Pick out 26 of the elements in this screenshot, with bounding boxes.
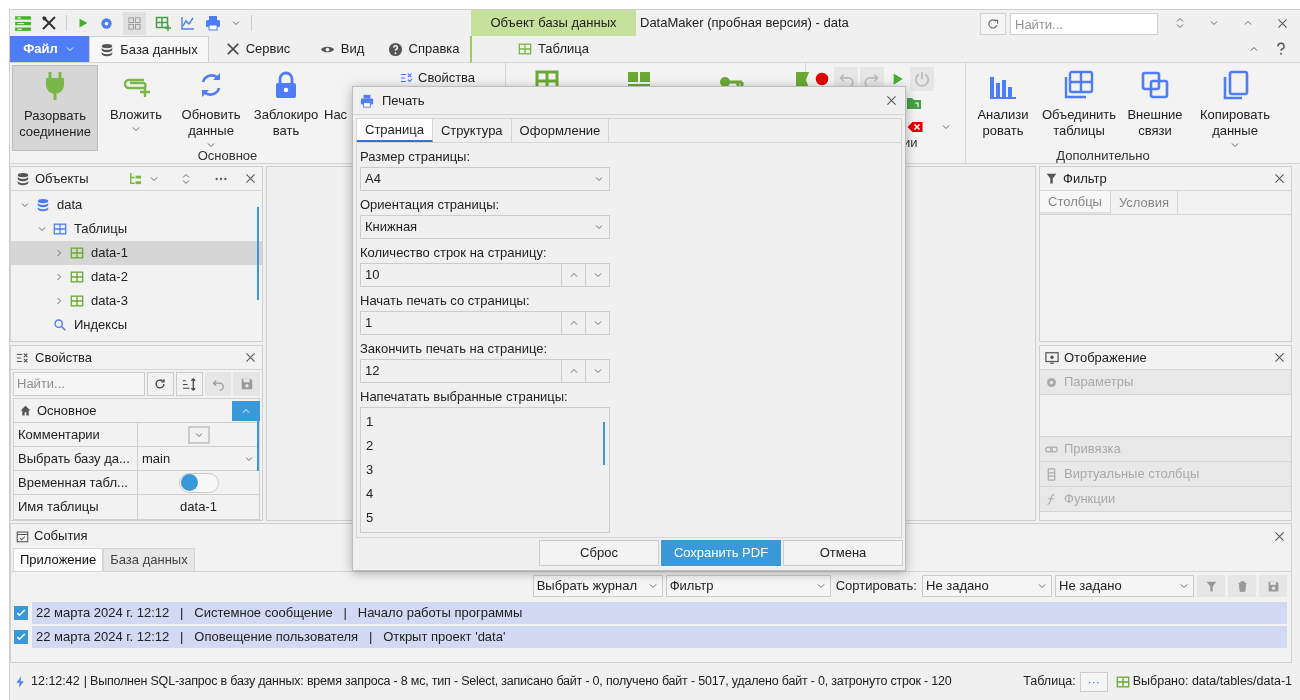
status-selection: Выбрано: data/tables/data-1 [1132,673,1292,691]
field-label: Напечатать выбранные страницы: [360,388,569,406]
property-name: Имя таблицы [14,495,138,519]
sort-label: Сортировать: [834,577,918,596]
field-label: Размер страницы: [360,148,472,166]
status-time: 12:12:42 [31,673,80,691]
panel-title: Свойства [35,348,94,367]
panel-title: Объекты [35,169,90,188]
window-title: DataMaker (пробная версия) - data [639,14,850,33]
context-tab-group: Объект базы данных [471,10,636,36]
property-name: Временная табл... [14,471,138,494]
group-label: Дополнительно [1055,148,1151,164]
property-name: Выбрать базу да... [14,447,138,470]
dialog-title: Печать [382,91,426,110]
panel-title: Фильтр [1063,169,1108,188]
field-label: Количество строк на страницу: [360,244,548,262]
field-label: Ориентация страницы: [360,196,501,214]
panel-title: События [34,527,89,546]
property-value: data-1 [179,498,218,517]
field-label: Начать печать со страницы: [360,292,531,310]
panel-title: Отображение [1064,348,1148,367]
status-label: Таблица: [1023,673,1076,691]
status-message: | Выполнен SQL-запрос в базу данных: время запроса - 8 мс, тип - Select, записано байт - 0, получено байт - 5017, удалено байт - 0, затронуто строк - 120 [83,673,953,691]
property-name: Комментарии [14,423,138,446]
group-label: Основное [197,148,258,164]
field-label: Закончить печать на странице: [360,340,549,358]
